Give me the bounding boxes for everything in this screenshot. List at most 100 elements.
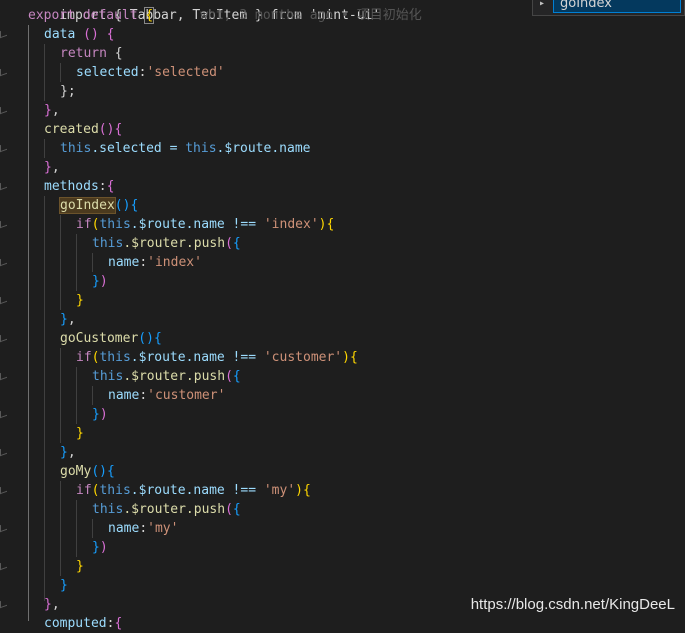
code-token: : [139,388,148,403]
code-line[interactable]: this.$router.push({ [92,234,241,253]
code-line[interactable]: data () { [44,25,114,44]
fold-marker [0,142,7,153]
code-line[interactable]: }, [44,158,60,177]
suggestion-label: goIndex [560,0,612,11]
code-line[interactable]: name:'index' [108,253,202,272]
expand-arrow-icon[interactable]: ▸ [539,0,545,9]
fold-marker [0,522,7,533]
code-token: .$route.name !== [130,483,264,498]
code-token: name [108,521,140,536]
suggestion-item-selected[interactable]: goIndex [553,0,681,13]
code-line[interactable]: }; [60,82,76,101]
code-token: this [99,350,131,365]
code-line[interactable]: goMy(){ [60,462,115,481]
code-token: { [130,198,139,213]
code-token: , [67,445,76,460]
indent-guide [60,63,61,82]
fold-marker [0,294,7,305]
code-token: this [60,141,92,156]
code-line[interactable]: } [76,291,84,310]
code-token: { [106,464,115,479]
code-token: created [44,122,99,137]
fold-marker [0,408,7,419]
fold-marker [0,256,7,267]
code-line[interactable]: export default { wht, 3 months ago • 项目初… [28,6,422,25]
code-line[interactable]: if(this.$route.name !== 'my'){ [76,481,311,500]
code-line[interactable]: this.selected = this.$route.name [60,139,310,158]
code-line[interactable]: }, [60,443,76,462]
code-token: export default [28,8,146,23]
code-token: , [51,103,60,118]
git-blame-annotation: wht, 3 months ago • 项目初始化 [200,8,422,23]
code-token: : [139,255,148,270]
code-line[interactable]: name:'my' [108,519,178,538]
code-token: : [98,179,107,194]
code-token: () [114,198,131,213]
code-token: this [92,369,124,384]
code-editor[interactable]: import { Tabbar, TabItem } from 'mint-ui… [0,0,685,631]
indent-guide [76,234,77,291]
code-line[interactable]: } [76,557,84,576]
code-token: () [91,464,107,479]
code-line[interactable]: this.$router.push({ [92,500,241,519]
code-token: .$router.push [123,369,226,384]
code-token: , [51,597,60,612]
code-token: { [303,483,311,498]
code-line[interactable]: goCustomer(){ [60,329,162,348]
code-token: .$route.name !== [130,350,264,365]
code-token: computed [44,616,107,631]
code-token: } [92,407,100,422]
code-line[interactable]: }) [92,272,108,291]
code-token: .$route.name [216,141,311,156]
editor-gutter [0,0,8,621]
code-token: } [44,160,52,175]
code-token: { [106,179,115,194]
code-token: data [44,27,84,42]
code-line[interactable]: if(this.$route.name !== 'customer'){ [76,348,358,367]
code-token: 'my' [263,483,296,498]
indent-guide [44,196,45,601]
code-token: } [76,426,84,441]
code-line[interactable]: if(this.$route.name !== 'index'){ [76,215,334,234]
indent-guide [44,44,45,101]
code-line[interactable]: methods:{ [44,177,114,196]
fold-marker [0,446,7,457]
code-token: { [232,502,241,517]
outline-suggestion-popup[interactable]: ▸ goIndex [532,0,685,16]
code-token: } [44,597,52,612]
watermark: https://blog.csdn.net/KingDeeL [470,596,675,613]
code-line[interactable]: }) [92,405,108,424]
code-token: ) [99,274,108,289]
code-token: ) [295,483,303,498]
code-token: } [60,578,68,593]
code-line[interactable]: } [76,424,84,443]
code-token: name [108,255,140,270]
code-line[interactable]: return { [60,44,123,63]
code-line[interactable]: selected:'selected' [76,63,225,82]
code-line[interactable]: } [60,576,68,595]
code-line[interactable]: }, [60,310,76,329]
fold-marker [0,180,7,191]
code-line[interactable]: goIndex(){ [59,196,139,215]
code-line[interactable]: }) [92,538,108,557]
code-token: { [106,46,123,61]
code-token: } [92,540,100,555]
indent-guide [60,348,61,443]
code-token: , [67,312,76,327]
code-token: ( [225,502,233,517]
code-line[interactable]: name:'customer' [108,386,225,405]
code-line[interactable]: computed:{ [44,614,122,633]
code-line[interactable]: }, [44,595,60,614]
code-token: ; [67,84,76,99]
code-token: return [60,46,107,61]
code-token: 'selected' [146,65,225,80]
code-token: { [232,369,241,384]
code-token: () [98,122,115,137]
indent-guide [76,367,77,424]
code-line[interactable]: created(){ [44,120,122,139]
code-token: } [60,312,68,327]
code-token: name [108,388,140,403]
code-token: this [185,141,217,156]
code-line[interactable]: this.$router.push({ [92,367,241,386]
code-line[interactable]: }, [44,101,60,120]
